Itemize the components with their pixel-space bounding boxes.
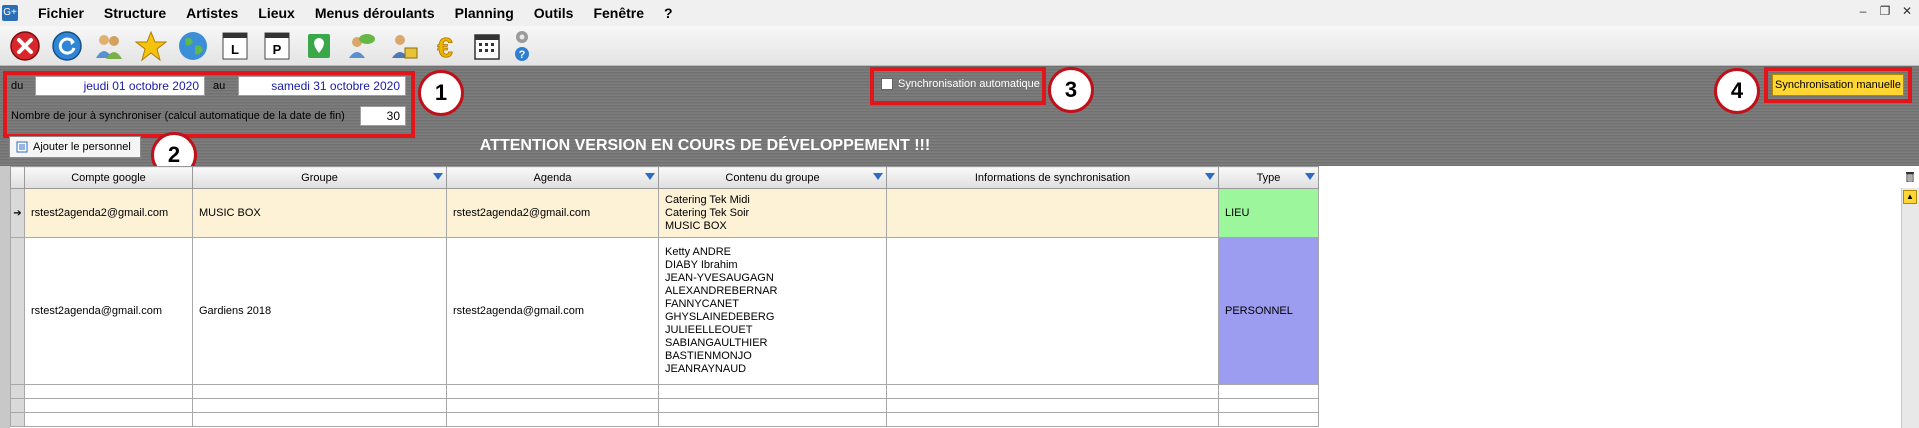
l-document-icon[interactable]: L bbox=[218, 29, 252, 63]
from-date-field[interactable]: jeudi 01 octobre 2020 bbox=[35, 76, 205, 96]
toolbar: L P € ? bbox=[0, 26, 1919, 66]
badge-4: 4 bbox=[1714, 68, 1760, 114]
table-row-empty[interactable] bbox=[10, 412, 1319, 427]
days-field[interactable]: 30 bbox=[360, 106, 406, 126]
row-indicator bbox=[10, 237, 25, 385]
vertical-scrollbar[interactable] bbox=[1901, 188, 1919, 428]
menu-structure[interactable]: Structure bbox=[104, 5, 166, 21]
filter-icon[interactable] bbox=[645, 173, 655, 180]
window-controls: – ❐ ✕ bbox=[1855, 3, 1915, 19]
menu-bar: G+ Fichier Structure Artistes Lieux Menu… bbox=[0, 0, 1919, 26]
globe-icon[interactable] bbox=[176, 29, 210, 63]
header-contenu[interactable]: Contenu du groupe bbox=[658, 166, 887, 189]
cell-contenu[interactable]: Ketty ANDRE DIABY Ibrahim JEAN-YVESAUGAG… bbox=[658, 237, 887, 385]
table-row-empty[interactable] bbox=[10, 384, 1319, 399]
cell-compte[interactable]: rstest2agenda2@gmail.com bbox=[24, 188, 193, 238]
cell-contenu[interactable]: Catering Tek Midi Catering Tek Soir MUSI… bbox=[658, 188, 887, 238]
filter-icon[interactable] bbox=[1205, 173, 1215, 180]
cell-infos[interactable] bbox=[886, 188, 1219, 238]
svg-text:€: € bbox=[437, 32, 453, 62]
person-money-icon[interactable] bbox=[386, 29, 420, 63]
euro-icon[interactable]: € bbox=[428, 29, 462, 63]
days-label: Nombre de jour à synchroniser (calcul au… bbox=[11, 110, 345, 122]
close-icon[interactable] bbox=[8, 29, 42, 63]
auto-sync-checkbox-row[interactable]: Synchronisation automatique bbox=[881, 78, 1040, 90]
header-infos[interactable]: Informations de synchronisation bbox=[886, 166, 1219, 189]
filter-icon[interactable] bbox=[1305, 173, 1315, 180]
users-chat-icon[interactable] bbox=[344, 29, 378, 63]
menu-fichier[interactable]: Fichier bbox=[38, 5, 84, 21]
svg-text:?: ? bbox=[519, 49, 526, 61]
menu-help[interactable]: ? bbox=[664, 5, 673, 21]
scroll-up-arrow-icon[interactable]: ▲ bbox=[1903, 190, 1917, 204]
cell-compte[interactable]: rstest2agenda@gmail.com bbox=[24, 237, 193, 385]
header-type[interactable]: Type bbox=[1218, 166, 1319, 189]
row-selected-arrow-icon: ➔ bbox=[10, 188, 25, 238]
cell-infos[interactable] bbox=[886, 237, 1219, 385]
header-agenda[interactable]: Agenda bbox=[446, 166, 659, 189]
to-date-field[interactable]: samedi 31 octobre 2020 bbox=[238, 76, 406, 96]
p-document-icon[interactable]: P bbox=[260, 29, 294, 63]
table-row[interactable]: rstest2agenda@gmail.com Gardiens 2018 rs… bbox=[10, 237, 1319, 385]
menu-planning[interactable]: Planning bbox=[455, 5, 514, 21]
minimize-icon[interactable]: – bbox=[1855, 3, 1871, 19]
cell-type[interactable]: LIEU bbox=[1218, 188, 1319, 238]
cell-type[interactable]: PERSONNEL bbox=[1218, 237, 1319, 385]
manual-sync-button[interactable]: Synchronisation manuelle bbox=[1772, 74, 1904, 96]
cell-agenda[interactable]: rstest2agenda2@gmail.com bbox=[446, 188, 659, 238]
sync-table: Compte google Groupe Agenda Contenu du g… bbox=[10, 166, 1319, 427]
cell-agenda[interactable]: rstest2agenda@gmail.com bbox=[446, 237, 659, 385]
table-left-strip bbox=[0, 166, 10, 428]
people-icon[interactable] bbox=[92, 29, 126, 63]
to-label: au bbox=[213, 80, 226, 92]
restore-icon[interactable]: ❐ bbox=[1877, 3, 1893, 19]
app-icon: G+ bbox=[2, 5, 18, 21]
table-header-row: Compte google Groupe Agenda Contenu du g… bbox=[10, 166, 1319, 189]
auto-sync-label: Synchronisation automatique bbox=[898, 78, 1040, 90]
calendar-icon[interactable] bbox=[470, 29, 504, 63]
menu-deroulants[interactable]: Menus déroulants bbox=[315, 5, 435, 21]
map-pin-icon[interactable] bbox=[302, 29, 336, 63]
header-indicator bbox=[10, 166, 25, 189]
close-window-icon[interactable]: ✕ bbox=[1899, 3, 1915, 19]
filter-icon[interactable] bbox=[433, 173, 443, 180]
table-row[interactable]: ➔ rstest2agenda2@gmail.com MUSIC BOX rst… bbox=[10, 188, 1319, 238]
trash-icon[interactable] bbox=[1905, 170, 1915, 182]
gear-help-icon[interactable]: ? bbox=[512, 29, 532, 63]
menu-fenetre[interactable]: Fenêtre bbox=[593, 5, 644, 21]
menu-lieux[interactable]: Lieux bbox=[258, 5, 295, 21]
auto-sync-checkbox[interactable] bbox=[881, 78, 893, 90]
svg-text:L: L bbox=[231, 42, 239, 57]
cell-groupe[interactable]: MUSIC BOX bbox=[192, 188, 447, 238]
sync-table-area: Compte google Groupe Agenda Contenu du g… bbox=[0, 166, 1919, 428]
cell-groupe[interactable]: Gardiens 2018 bbox=[192, 237, 447, 385]
badge-3: 3 bbox=[1048, 67, 1094, 113]
svg-text:P: P bbox=[273, 42, 282, 57]
menu-artistes[interactable]: Artistes bbox=[186, 5, 238, 21]
header-compte[interactable]: Compte google bbox=[24, 166, 193, 189]
table-row-empty[interactable] bbox=[10, 398, 1319, 413]
attention-banner: ATTENTION VERSION EN COURS DE DÉVELOPPEM… bbox=[479, 137, 931, 154]
menu-outils[interactable]: Outils bbox=[534, 5, 574, 21]
badge-1: 1 bbox=[418, 70, 464, 116]
filter-icon[interactable] bbox=[873, 173, 883, 180]
from-label: du bbox=[11, 80, 24, 92]
star-icon[interactable] bbox=[134, 29, 168, 63]
refresh-icon[interactable] bbox=[50, 29, 84, 63]
header-groupe[interactable]: Groupe bbox=[192, 166, 447, 189]
